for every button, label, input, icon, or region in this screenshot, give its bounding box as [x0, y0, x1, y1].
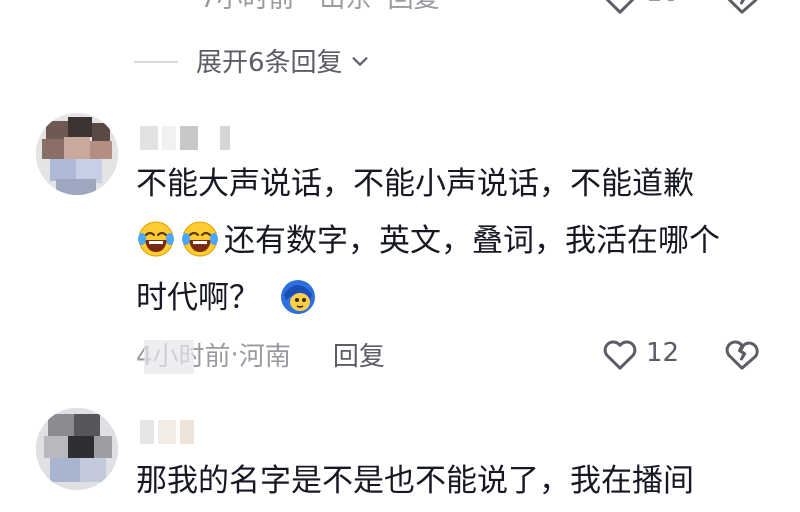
expand-divider — [134, 61, 178, 63]
reply-button[interactable]: 回复 — [333, 336, 385, 373]
laugh-cry-emoji-icon — [182, 221, 218, 257]
broken-heart-icon[interactable] — [722, 0, 762, 18]
top-comment-time-location: 7小时前 · 山东 — [200, 0, 371, 14]
top-comment-meta: 7小时前 · 山东 回复 — [200, 0, 448, 15]
comment-location: 河南 — [238, 342, 291, 372]
blue-hair-face-emoji-icon — [280, 280, 315, 314]
comment-line: 时代啊？ — [136, 280, 260, 316]
username-censored[interactable] — [140, 420, 194, 446]
comment-line: 那我的名字是不是也不能说了，我在播间 — [136, 463, 694, 499]
like-count: 12 — [646, 338, 680, 368]
comment-line: 不能大声说话，不能小声说话，不能道歉 — [136, 166, 694, 202]
expand-replies-label: 展开6条回复 — [196, 48, 343, 78]
expand-replies-button[interactable]: 展开6条回复 — [196, 42, 371, 79]
meta-separator: · — [230, 339, 239, 370]
comment-line-with-emoji: 时代啊？ — [136, 270, 756, 327]
heart-icon[interactable] — [600, 0, 640, 18]
comment-line: 还有数字，英文，叠词，我活在哪个 — [224, 223, 720, 259]
comment-line-with-emoji: 还有数字，英文，叠词，我活在哪个 — [136, 213, 756, 270]
avatar[interactable] — [36, 113, 118, 195]
avatar[interactable] — [36, 408, 118, 490]
chevron-down-icon — [352, 56, 368, 66]
comment-text: 不能大声说话，不能小声说话，不能道歉 还有数字，英文，叠词，我活在哪个 时代啊？ — [136, 156, 756, 327]
laugh-cry-emoji-icon — [138, 221, 174, 257]
username-censored[interactable] — [140, 126, 230, 152]
censor-blur — [144, 340, 194, 374]
top-comment-reply-button[interactable]: 回复 — [388, 0, 440, 14]
comment-text: 那我的名字是不是也不能说了，我在播间 — [136, 453, 756, 510]
heart-icon[interactable] — [600, 334, 640, 374]
broken-heart-icon[interactable] — [722, 334, 762, 374]
top-comment-like-count: 10 — [646, 0, 679, 8]
